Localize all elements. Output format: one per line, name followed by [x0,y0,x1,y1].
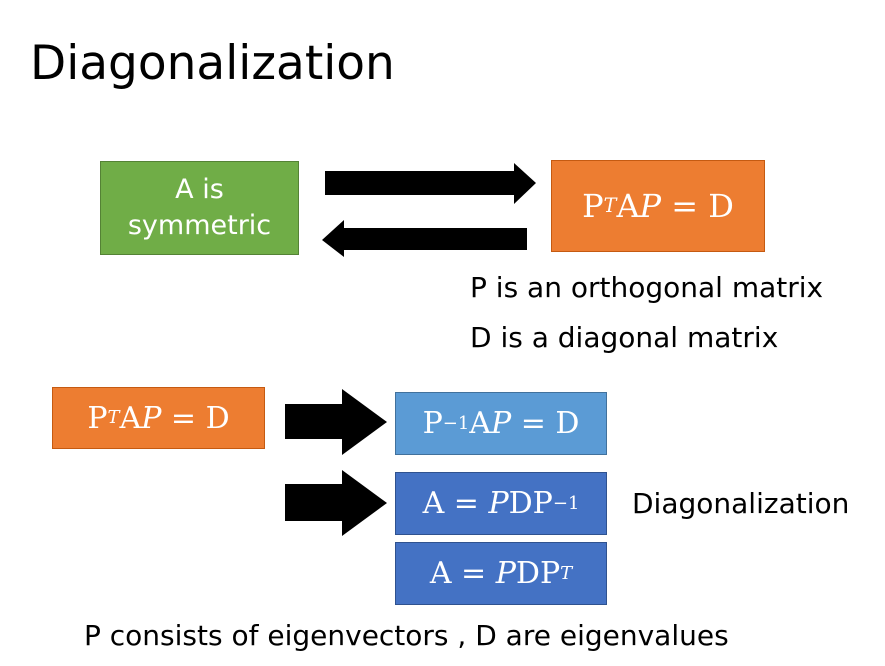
box-a-is-symmetric: A is symmetric [100,161,299,255]
ptap2-var: P [141,400,162,436]
ptap2-mid: A [119,400,142,436]
apdpt-lhs: A = [429,556,496,591]
ptap2-eq: = D [161,400,230,436]
ptap-base: P [582,187,604,225]
pinv-var: P [490,406,512,441]
box-ptap-equals-d-bottom: PTAP = D [52,387,265,449]
box-pinv-ap-equals-d: P −1 A P = D [395,392,607,455]
apdpinv-lhs: A = [422,486,489,521]
pinv-mid: A [469,406,491,441]
box-symmetric-line1: A is [175,173,224,205]
apdpt-sup: T [560,562,573,584]
pinv-eq: = D [511,406,580,441]
label-diagonalization: Diagonalization [632,487,850,520]
arrow-left-top [322,220,527,257]
note-diagonal: D is a diagonal matrix [470,321,779,354]
apdpt-var: P [495,556,516,591]
arrow-right-middle [285,389,387,455]
ptap2-base: P [87,400,108,436]
apdpinv-var: P [488,486,509,521]
pinv-base: P [422,406,443,441]
apdpinv-mid: DP [508,486,553,521]
ptap-sup: T [603,194,617,217]
ptap2-sup: T [107,407,120,428]
ptap-eq: = D [661,187,734,225]
box-a-equals-pdp-inverse: A = P DP −1 [395,472,607,535]
box-ptap-equals-d-top: PTAP = D [551,160,765,252]
ptap-mid: A [616,187,640,225]
arrow-right-top [325,163,536,204]
footer-note: P consists of eigenvectors , D are eigen… [84,619,729,652]
box-a-equals-pdp-transpose: A = P DP T [395,542,607,605]
box-symmetric-line2: symmetric [127,210,272,241]
note-orthogonal: P is an orthogonal matrix [470,271,824,304]
ptap-var: P [639,187,662,225]
apdpt-mid: DP [515,556,561,591]
arrow-right-lower [285,470,387,536]
